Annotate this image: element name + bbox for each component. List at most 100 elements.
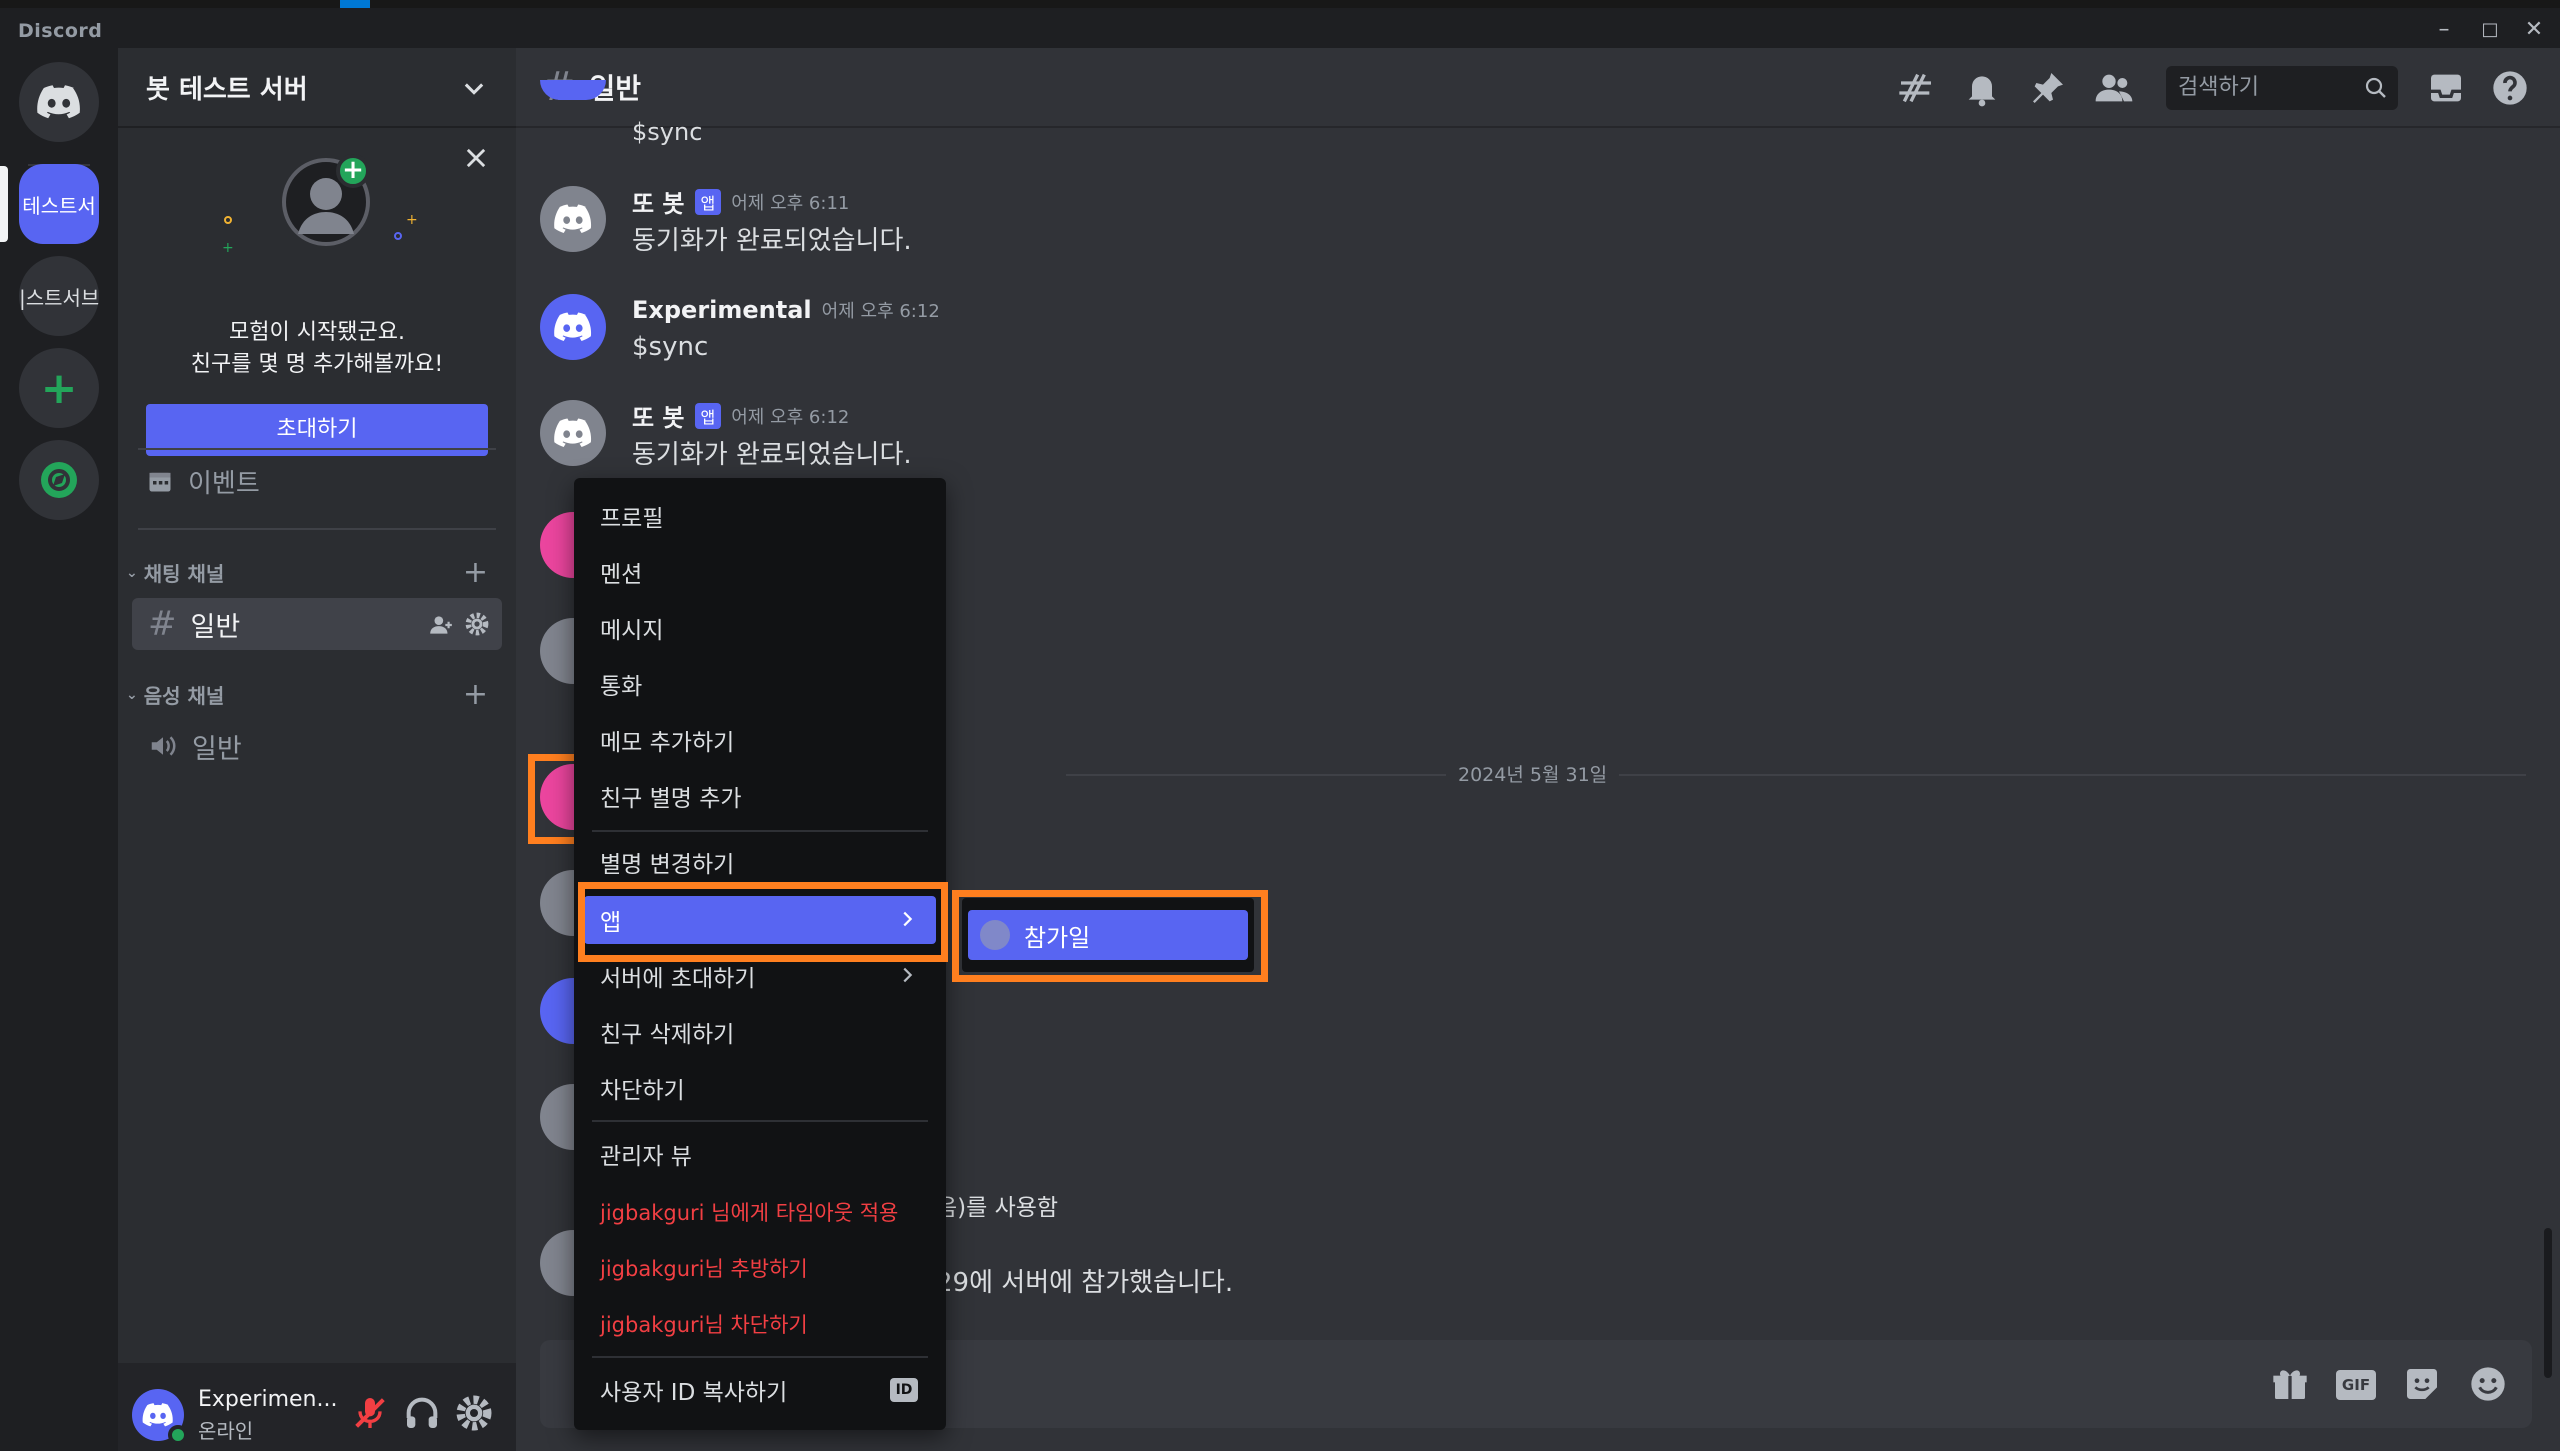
search-icon (2365, 77, 2386, 98)
category-voice-channels[interactable]: ⌄ 음성 채널 (126, 680, 224, 709)
menu-item-label: 서버에 초대하기 (600, 966, 756, 992)
highlight-box (528, 754, 576, 844)
server-icon-test2[interactable]: |스트서브 (19, 256, 99, 336)
member-list-icon[interactable] (2094, 68, 2134, 108)
menu-item-timeout[interactable]: jigbakguri 님에게 타임아웃 적용 (584, 1188, 936, 1236)
os-top-strip (0, 0, 2560, 8)
menu-item-profile[interactable]: 프로필 (584, 492, 936, 540)
search-input[interactable]: 검색하기 (2166, 66, 2398, 110)
menu-separator (592, 1120, 928, 1122)
user-status: 온라인 (198, 1419, 254, 1443)
message-avatar[interactable] (540, 80, 606, 100)
gift-icon[interactable] (2270, 1364, 2310, 1404)
message-text: $sync (632, 118, 703, 146)
mic-muted-icon[interactable] (350, 1393, 390, 1433)
threads-icon[interactable] (1896, 68, 1936, 108)
maximize-button[interactable]: □ (2470, 16, 2510, 44)
message-avatar[interactable] (540, 400, 606, 466)
chevron-down-icon: ⌄ (126, 686, 138, 703)
app-badge: 앱 (694, 188, 722, 215)
explore-servers-button[interactable] (19, 440, 99, 520)
server-icon-test[interactable]: 테스트서 (19, 164, 99, 244)
speaker-icon (151, 736, 176, 756)
menu-separator (592, 1356, 928, 1358)
menu-item-remove-friend[interactable]: 친구 삭제하기 (584, 1008, 936, 1056)
channel-item-general[interactable]: # 일반 (132, 598, 502, 650)
menu-item-add-note[interactable]: 메모 추가하기 (584, 716, 936, 764)
date-divider: 2024년 5월 31일 (1446, 760, 1620, 787)
chevron-down-icon (464, 83, 484, 95)
discord-logo-icon (37, 85, 80, 119)
home-button[interactable] (19, 62, 99, 142)
close-window-button[interactable]: ✕ (2514, 16, 2554, 44)
plus-icon: + (40, 362, 78, 414)
highlight-box (952, 890, 1268, 982)
menu-item-message[interactable]: 메시지 (584, 604, 936, 652)
message-avatar[interactable] (540, 294, 606, 360)
timestamp: 어제 오후 6:12 (821, 301, 940, 322)
minimize-button[interactable]: – (2424, 16, 2464, 44)
calendar-icon (149, 472, 171, 492)
voice-channel-item-general[interactable]: 일반 (132, 720, 502, 772)
menu-item-block[interactable]: 차단하기 (584, 1064, 936, 1112)
menu-item-moderator-view[interactable]: 관리자 뷰 (584, 1130, 936, 1178)
compass-icon (41, 462, 77, 498)
category-text-channels[interactable]: ⌄ 채팅 채널 (126, 558, 224, 587)
date-divider-line (1066, 774, 2526, 776)
server-icon-label: 테스트서 (22, 193, 96, 218)
server-icon-label: |스트서브 (19, 285, 99, 310)
app-badge: 앱 (694, 402, 722, 429)
menu-item-call[interactable]: 통화 (584, 660, 936, 708)
inbox-icon[interactable] (2426, 68, 2466, 108)
menu-item-friend-nickname[interactable]: 친구 별명 추가 (584, 772, 936, 820)
timestamp: 어제 오후 6:12 (731, 406, 850, 428)
channel-label: 일반 (192, 733, 242, 765)
create-voice-channel-plus-icon[interactable]: + (463, 680, 488, 710)
gif-icon[interactable]: GIF (2336, 1370, 2376, 1400)
events-label: 이벤트 (188, 468, 260, 499)
chevron-down-icon: ⌄ (126, 564, 138, 581)
message-text: 29에 서버에 참가했습니다. (936, 1268, 1234, 1298)
server-header[interactable]: 봇 테스트 서버 (118, 48, 516, 128)
message-text: 동기화가 완료되었습니다. (632, 226, 912, 256)
create-channel-plus-icon[interactable]: + (463, 558, 488, 588)
author-name[interactable]: 또 봇 (632, 184, 685, 219)
events-item[interactable]: 이벤트 (146, 460, 260, 502)
hashtag-icon: # (148, 604, 177, 644)
help-icon[interactable] (2490, 68, 2530, 108)
channel-label: 일반 (190, 611, 241, 643)
promo-line-2: 친구를 몇 명 추가해볼까요! (190, 352, 444, 377)
category-label: 음성 채널 (143, 684, 225, 708)
user-panel: Experimen... 온라인 (118, 1363, 516, 1451)
author-name[interactable]: Experimental (632, 296, 812, 324)
menu-item-copy-user-id[interactable]: 사용자 ID 복사하기 ID (584, 1366, 936, 1414)
menu-item-kick[interactable]: jigbakguri님 추방하기 (584, 1244, 936, 1292)
emoji-icon[interactable] (2468, 1364, 2508, 1404)
message-avatar[interactable] (540, 186, 606, 252)
menu-item-change-nickname[interactable]: 별명 변경하기 (584, 838, 936, 886)
app-title: Discord (18, 20, 103, 42)
gear-icon[interactable] (464, 611, 490, 637)
username: Experimen... (198, 1387, 338, 1412)
message-text: $sync (632, 332, 709, 362)
scrollbar[interactable] (2544, 1228, 2552, 1378)
server-list: 테스트서 |스트서브 + (0, 48, 118, 1451)
menu-item-ban[interactable]: jigbakguri님 차단하기 (584, 1300, 936, 1348)
server-name: 봇 테스트 서버 (146, 74, 308, 105)
add-member-icon[interactable] (428, 612, 454, 638)
title-bar: Discord – □ ✕ (0, 8, 2560, 48)
divider (138, 448, 496, 450)
message-text: 동기화가 완료되었습니다. (632, 440, 912, 470)
menu-item-label: 사용자 ID 복사하기 (600, 1380, 788, 1406)
message-header: 또 봇 앱 어제 오후 6:12 (632, 398, 849, 433)
sticker-icon[interactable] (2402, 1364, 2442, 1404)
author-name[interactable]: 또 봇 (632, 398, 685, 433)
settings-gear-icon[interactable] (454, 1393, 494, 1433)
close-icon[interactable] (462, 144, 490, 172)
add-server-button[interactable]: + (19, 348, 99, 428)
pin-icon[interactable] (2028, 68, 2068, 108)
menu-item-mention[interactable]: 멘션 (584, 548, 936, 596)
headphones-icon[interactable] (402, 1393, 442, 1433)
bell-icon[interactable] (1962, 68, 2002, 108)
divider (138, 528, 496, 530)
